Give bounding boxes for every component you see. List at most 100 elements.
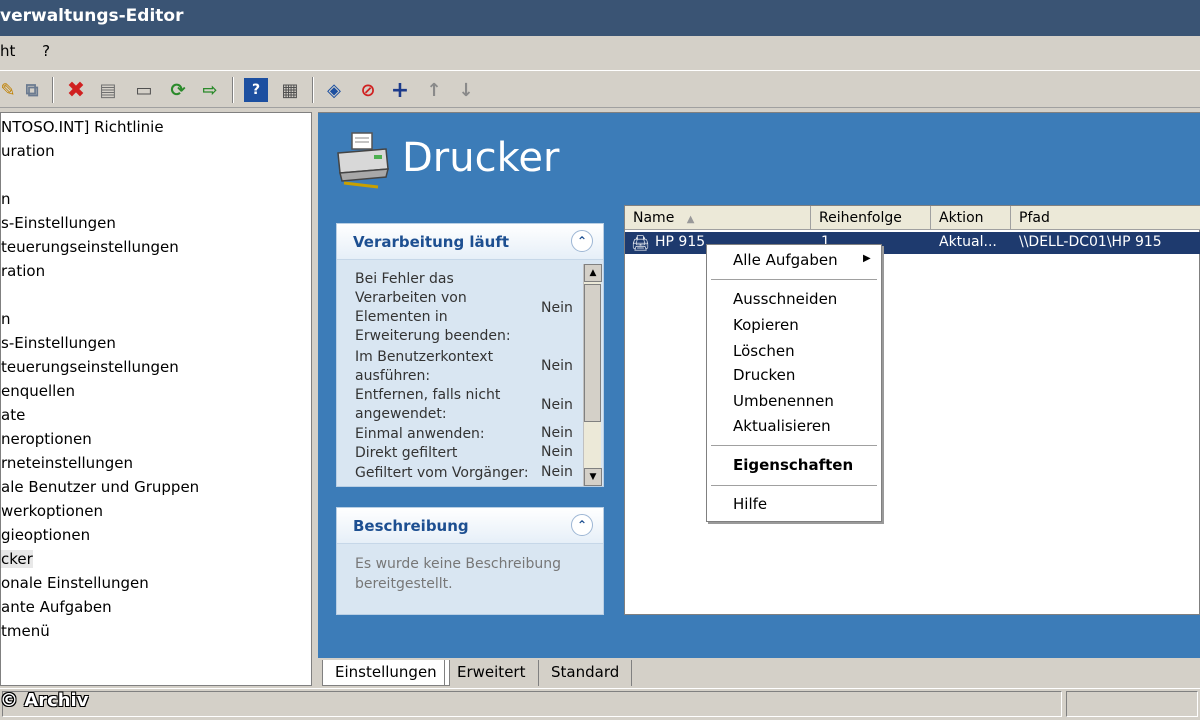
tree-item[interactable]: ale Benutzer und Gruppen <box>1 475 311 499</box>
tab-strip: Einstellungen Erweitert Standard <box>318 660 1200 686</box>
menu-item-all-tasks[interactable]: Alle Aufgaben <box>733 251 838 269</box>
export-icon[interactable]: ⇨ <box>198 78 222 102</box>
tree-item[interactable]: ante Aufgaben <box>1 595 311 619</box>
property-value: Nein <box>541 358 573 374</box>
property-value: Nein <box>541 300 573 316</box>
tree-item[interactable]: n <box>1 187 311 211</box>
printer-icon: 🖨 <box>631 234 651 252</box>
tree-item[interactable] <box>1 283 311 307</box>
processing-panel: Verarbeitung läuft ⌃ Bei Fehler das Vera… <box>336 223 604 487</box>
property-label: Direkt gefiltert <box>355 445 458 461</box>
menu-separator <box>711 445 877 446</box>
description-panel-header[interactable]: Beschreibung ⌃ <box>337 508 603 544</box>
tree-item[interactable]: ate <box>1 403 311 427</box>
tree-item[interactable]: onale Einstellungen <box>1 571 311 595</box>
column-header-path[interactable]: Pfad <box>1011 206 1200 230</box>
scrollbar-thumb[interactable] <box>584 284 601 422</box>
menu-separator <box>711 485 877 486</box>
description-text: Es wurde keine Beschreibung bereitgestel… <box>355 556 561 592</box>
processing-panel-header[interactable]: Verarbeitung läuft ⌃ <box>337 224 603 260</box>
collapse-icon[interactable]: ⌃ <box>571 514 593 536</box>
menu-item-help[interactable]: ? <box>42 42 50 60</box>
description-panel-title: Beschreibung <box>353 517 469 535</box>
tree-item[interactable]: s-Einstellungen <box>1 331 311 355</box>
column-header-name[interactable]: Name ▲ <box>625 206 811 230</box>
printer-path: \\DELL-DC01\HP 915 <box>1019 234 1162 250</box>
menu-item-rename[interactable]: Umbenennen <box>733 392 834 410</box>
move-down-icon[interactable]: ↓ <box>454 78 478 102</box>
property-label: Gefiltert vom Vorgänger: <box>355 465 529 481</box>
tree-item[interactable] <box>1 163 311 187</box>
status-pane <box>2 691 1062 717</box>
column-header-order[interactable]: Reihenfolge <box>811 206 931 230</box>
processing-panel-title: Verarbeitung läuft <box>353 233 510 251</box>
property-value: Nein <box>541 444 573 460</box>
tree-item[interactable]: teuerungseinstellungen <box>1 355 311 379</box>
collapse-icon[interactable]: ⌃ <box>571 230 593 252</box>
toolbar: ✎ ⧉ ✖ ▤ ▭ ⟳ ⇨ ? ▦ ◈ ⊘ + ↑ ↓ <box>0 70 1200 108</box>
column-header-action[interactable]: Aktion <box>931 206 1011 230</box>
properties-icon[interactable]: ▤ <box>96 78 120 102</box>
title-bar: verwaltungs-Editor <box>0 0 1200 36</box>
print-icon[interactable]: ▭ <box>132 78 156 102</box>
property-label: Entfernen, falls nicht angewendet: <box>355 387 501 422</box>
tree-item[interactable]: n <box>1 307 311 331</box>
tab-standard[interactable]: Standard <box>538 660 633 686</box>
move-up-icon[interactable]: ↑ <box>422 78 446 102</box>
description-panel: Beschreibung ⌃ Es wurde keine Beschreibu… <box>336 507 604 615</box>
stop-icon[interactable]: ⊘ <box>356 78 380 102</box>
status-pane <box>1066 691 1198 717</box>
printer-icon <box>337 132 389 189</box>
printer-action: Aktual... <box>939 234 997 250</box>
menu-item-refresh[interactable]: Aktualisieren <box>733 417 831 435</box>
tree-item[interactable]: NTOSO.INT] Richtlinie <box>1 115 311 139</box>
menu-item-copy[interactable]: Kopieren <box>733 316 799 334</box>
copyright-watermark: © Archiv <box>0 690 89 711</box>
add-icon[interactable]: + <box>388 78 412 103</box>
tree-item-drucker[interactable]: cker <box>1 547 311 571</box>
tab-extended[interactable]: Erweitert <box>444 660 537 686</box>
tree-item[interactable]: s-Einstellungen <box>1 211 311 235</box>
toolbar-separator <box>312 77 314 103</box>
delete-icon[interactable]: ✖ <box>64 78 88 103</box>
property-value: Nein <box>541 397 573 413</box>
tree-item[interactable]: ration <box>1 259 311 283</box>
show-hide-pane-icon[interactable]: ▦ <box>278 78 302 102</box>
status-bar <box>0 688 1200 720</box>
menu-item-properties[interactable]: Eigenschaften <box>733 456 853 474</box>
property-label: Einmal anwenden: <box>355 426 485 442</box>
toolbar-separator <box>232 77 234 103</box>
window-title: verwaltungs-Editor <box>0 6 184 26</box>
new-item-icon[interactable]: ◈ <box>322 78 346 102</box>
tree-item[interactable]: uration <box>1 139 311 163</box>
tree-item[interactable]: enquellen <box>1 379 311 403</box>
printer-name: HP 915 <box>655 234 706 250</box>
panel-scrollbar[interactable]: ▲ ▼ <box>583 264 602 486</box>
help-icon[interactable]: ? <box>244 78 268 102</box>
refresh-icon[interactable]: ⟳ <box>166 78 190 102</box>
edit-icon[interactable]: ✎ <box>0 78 20 102</box>
tree-item[interactable]: tmenü <box>1 619 311 643</box>
context-menu: Alle Aufgaben ▶ Ausschneiden Kopieren Lö… <box>706 244 882 522</box>
tree-item[interactable]: teuerungseinstellungen <box>1 235 311 259</box>
submenu-arrow-icon: ▶ <box>863 253 871 264</box>
tree-item[interactable]: neroptionen <box>1 427 311 451</box>
copy-icon[interactable]: ⧉ <box>20 78 44 102</box>
property-value: Nein <box>541 464 573 480</box>
scroll-down-icon[interactable]: ▼ <box>584 468 602 486</box>
sort-ascending-icon: ▲ <box>686 214 695 225</box>
menu-item-print[interactable]: Drucken <box>733 366 795 384</box>
tab-settings[interactable]: Einstellungen <box>322 660 450 686</box>
tree-item[interactable]: gieoptionen <box>1 523 311 547</box>
menu-item-help[interactable]: Hilfe <box>733 495 767 513</box>
tree-item[interactable]: rneteinstellungen <box>1 451 311 475</box>
menu-item-cut[interactable]: Ausschneiden <box>733 290 837 308</box>
tree-item[interactable]: werkoptionen <box>1 499 311 523</box>
menu-separator <box>711 279 877 280</box>
property-label: Im Benutzerkontext ausführen: <box>355 349 494 384</box>
menu-item-view[interactable]: ht <box>0 42 15 60</box>
menu-item-delete[interactable]: Löschen <box>733 342 795 360</box>
scroll-up-icon[interactable]: ▲ <box>584 264 602 282</box>
list-header: Name ▲ Reihenfolge Aktion Pfad <box>625 206 1200 230</box>
property-label: Bei Fehler das Verarbeiten von Elementen… <box>355 271 511 344</box>
